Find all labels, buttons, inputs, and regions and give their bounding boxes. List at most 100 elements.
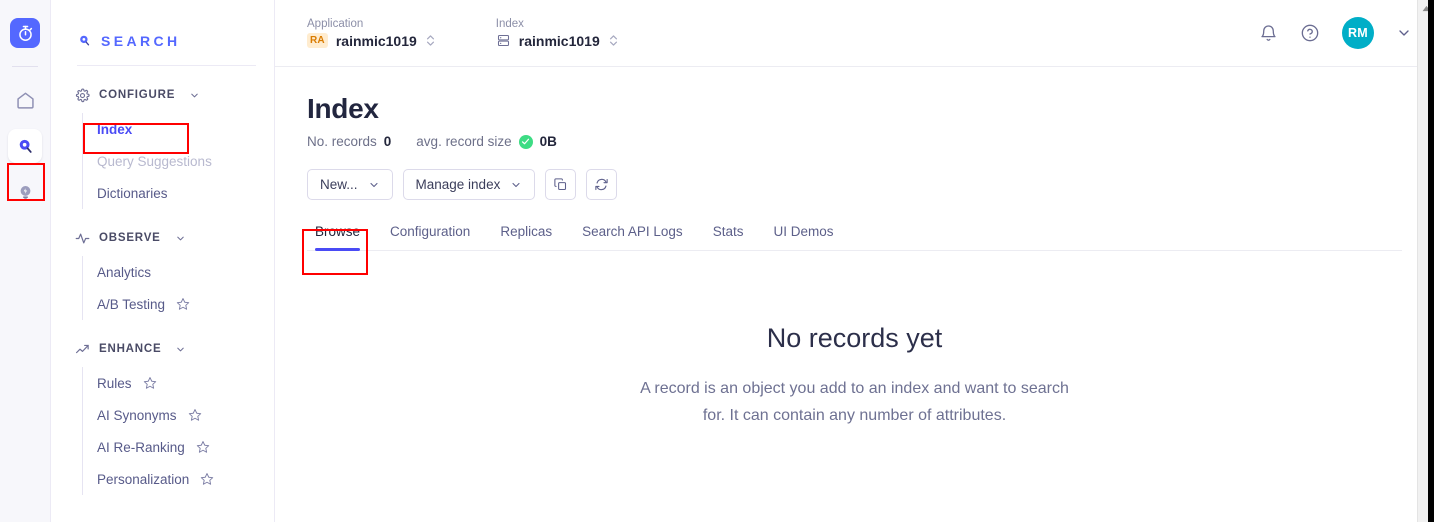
star-icon[interactable] [176,297,190,311]
sidebar-brand-label: SEARCH [101,33,181,49]
sidebar-item-label: A/B Testing [97,296,166,312]
selector-updown-icon [425,33,436,48]
sidebar-item-label: AI Re-Ranking [97,439,185,455]
algolia-dashboard: SEARCH CONFIGURE Index Query Suggestions… [0,0,1434,522]
algolia-logo[interactable] [10,18,40,48]
avatar[interactable]: RM [1342,17,1374,49]
gear-icon [75,87,90,103]
index-database-icon [496,33,511,48]
sidebar-item-query-suggestions[interactable]: Query Suggestions [83,145,274,177]
sidebar-item-rules[interactable]: Rules [83,367,274,399]
refresh-button[interactable] [586,169,618,200]
sidebar-item-label: Query Suggestions [97,153,212,169]
copy-button[interactable] [545,169,577,200]
sidebar-divider [77,65,256,66]
record-size-label: avg. record size [416,134,512,149]
index-stats: No. records 0 avg. record size 0B [307,134,1402,149]
nav-children-observe: Analytics A/B Testing [82,256,274,320]
new-button-label: New... [320,177,358,192]
sidebar-item-label: Analytics [97,264,152,280]
tab-stats[interactable]: Stats [713,224,744,250]
selector-updown-icon [608,33,619,48]
tab-search-api-logs[interactable]: Search API Logs [582,224,683,250]
chevron-down-icon [510,179,522,191]
sidebar-item-label: Personalization [97,471,190,487]
index-selector[interactable]: Index rainmic1019 [496,18,619,49]
sidebar-item-label: Rules [97,375,132,391]
question-circle-icon[interactable] [1300,23,1320,43]
sidebar-item-ai-re-ranking[interactable]: AI Re-Ranking [83,431,274,463]
empty-state: No records yet A record is an object you… [307,251,1402,429]
sidebar-item-ai-synonyms[interactable]: AI Synonyms [83,399,274,431]
application-badge: RA [307,33,328,48]
nav-group-configure: CONFIGURE Index Query Suggestions Dictio… [51,83,274,209]
bell-icon[interactable] [1259,24,1278,43]
top-bar-actions: RM [1259,17,1412,49]
sidebar-item-ab-testing[interactable]: A/B Testing [83,288,274,320]
top-bar: Application RA rainmic1019 Index rainmic… [275,0,1434,67]
content-area: Index No. records 0 avg. record size 0B … [275,67,1434,522]
application-name: rainmic1019 [335,32,417,49]
star-icon[interactable] [143,376,157,390]
copy-icon [553,177,568,192]
manage-index-button[interactable]: Manage index [402,169,536,200]
star-icon[interactable] [200,472,214,486]
icon-rail [0,0,51,522]
nav-group-label: CONFIGURE [99,89,176,101]
check-circle-icon [518,134,533,149]
tab-ui-demos[interactable]: UI Demos [773,224,833,250]
sidebar-item-label: AI Synonyms [97,407,177,423]
application-selector-label: Application [307,17,364,30]
manage-index-button-label: Manage index [415,177,501,192]
nav-group-header-observe[interactable]: OBSERVE [51,226,274,250]
rail-divider [12,66,38,67]
nav-group-header-enhance[interactable]: ENHANCE [51,337,274,361]
chevron-down-icon [175,233,186,244]
chevron-down-icon [175,344,186,355]
nav-group-observe: OBSERVE Analytics A/B Testing [51,226,274,320]
tab-bar: Browse Configuration Replicas Search API… [307,224,1402,251]
action-buttons: New... Manage index [307,169,1402,200]
sidebar-brand: SEARCH [51,0,274,58]
records-value: 0 [383,134,392,149]
nav-group-label: ENHANCE [99,343,162,355]
nav-children-enhance: Rules AI Synonyms AI Re-Ranking Personal… [82,367,274,495]
star-icon[interactable] [188,408,202,422]
sidebar-item-index[interactable]: Index [83,113,274,145]
nav-group-enhance: ENHANCE Rules AI Synonyms AI Re-Ranking … [51,337,274,495]
search-logo-icon [77,33,92,50]
sidebar-item-label: Index [97,121,133,137]
refresh-icon [594,177,609,192]
page-title: Index [307,93,379,124]
activity-pulse-icon [75,231,90,246]
tab-configuration[interactable]: Configuration [390,224,470,250]
sidebar-item-dictionaries[interactable]: Dictionaries [83,177,274,209]
nav-children-configure: Index Query Suggestions Dictionaries [82,113,274,209]
rail-item-home[interactable] [8,83,42,117]
empty-state-description: A record is an object you add to an inde… [640,380,1069,424]
main-area: Application RA rainmic1019 Index rainmic… [275,0,1434,522]
chevron-down-icon [368,179,380,191]
nav-group-header-configure[interactable]: CONFIGURE [51,83,274,107]
chevron-down-icon[interactable] [1396,25,1412,41]
rail-item-search[interactable] [8,129,42,163]
page-right-edge [1428,0,1434,522]
lightbulb-icon [16,183,35,202]
tab-replicas[interactable]: Replicas [500,224,552,250]
star-icon[interactable] [196,440,210,454]
home-icon [15,90,36,111]
nav-group-label: OBSERVE [99,232,161,244]
record-size-value: 0B [539,134,557,149]
new-button[interactable]: New... [307,169,393,200]
sidebar-item-analytics[interactable]: Analytics [83,256,274,288]
search-icon [15,136,36,157]
sidebar: SEARCH CONFIGURE Index Query Suggestions… [51,0,275,522]
sidebar-item-label: Dictionaries [97,185,168,201]
index-name: rainmic1019 [518,32,600,49]
empty-state-title: No records yet [766,323,943,353]
rail-item-recommend[interactable] [8,175,42,209]
records-label: No. records [307,134,377,149]
sidebar-item-personalization[interactable]: Personalization [83,463,274,495]
application-selector[interactable]: Application RA rainmic1019 [307,18,436,49]
tab-browse[interactable]: Browse [315,224,361,251]
